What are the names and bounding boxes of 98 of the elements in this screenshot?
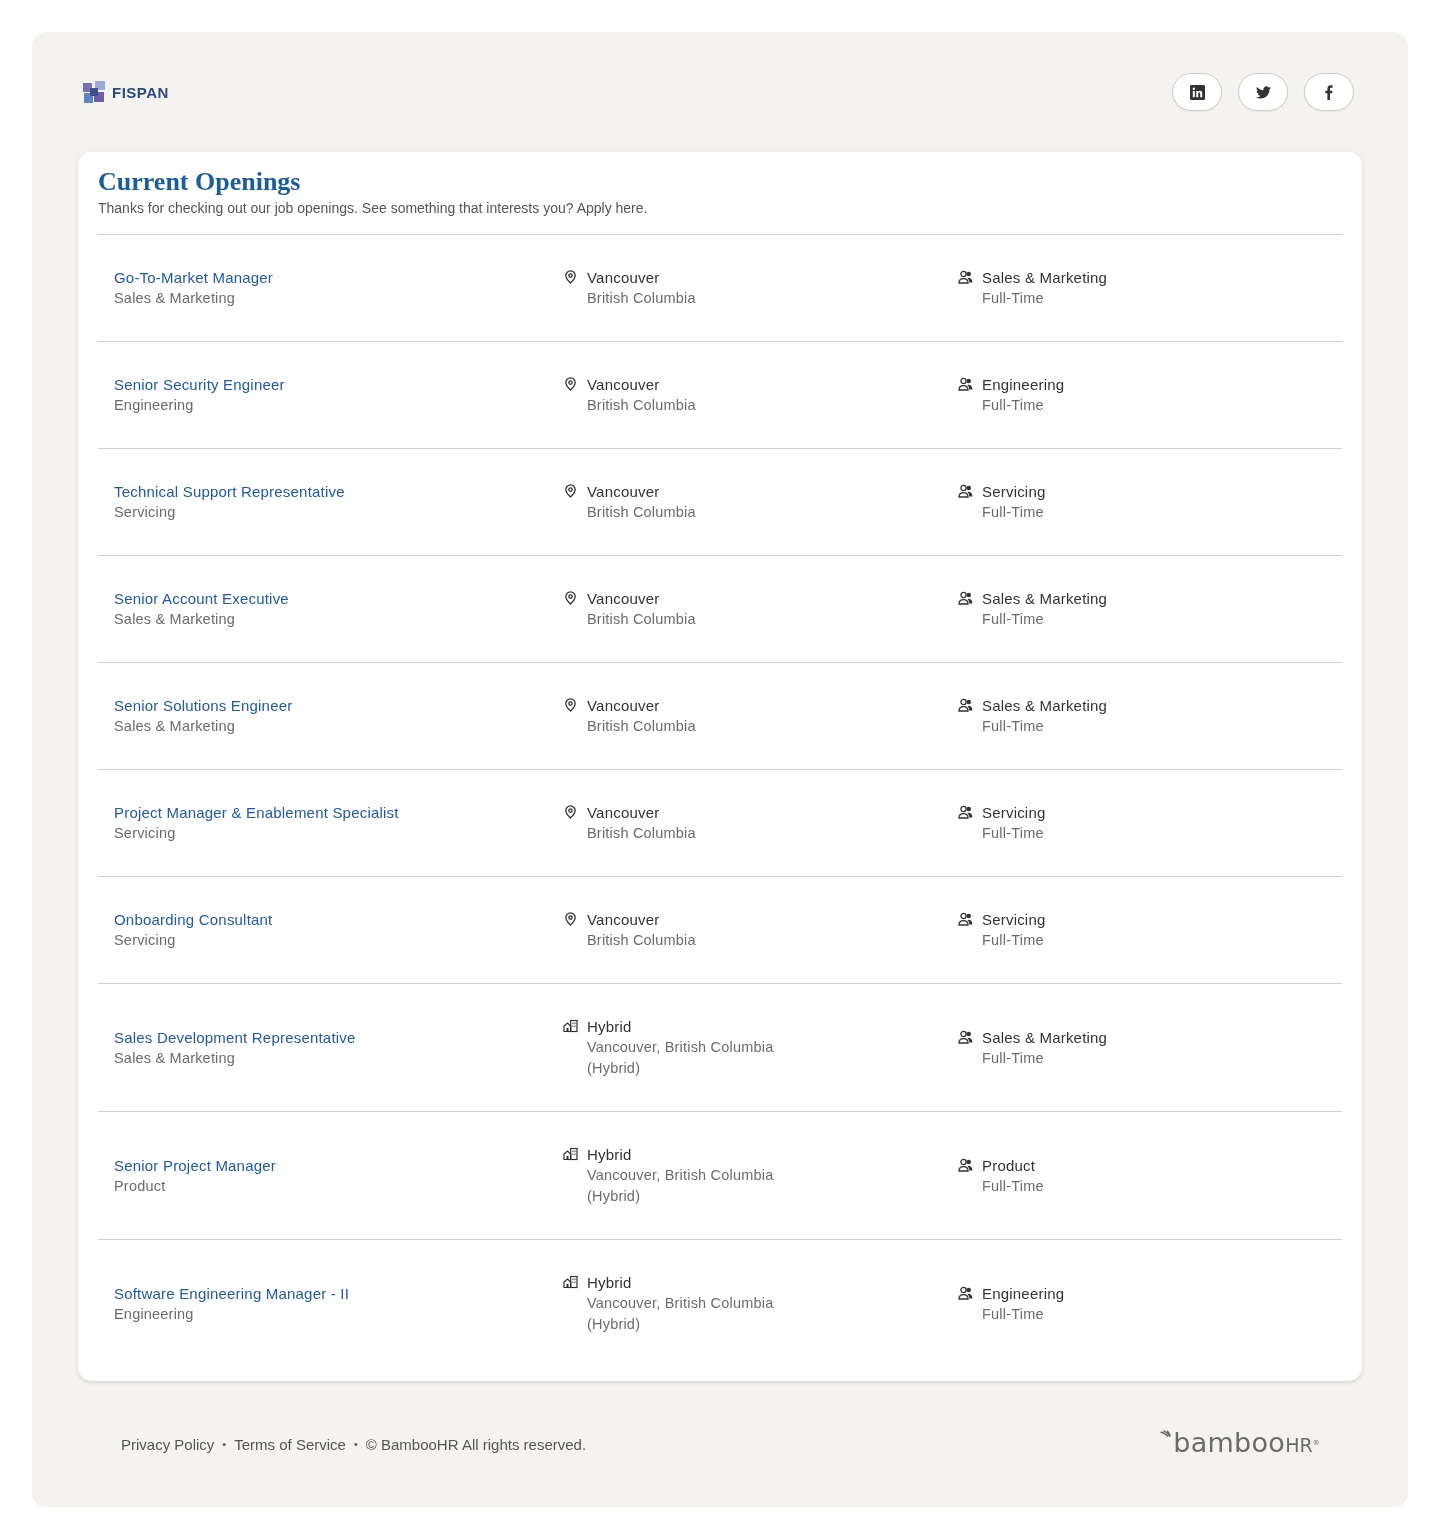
buildings-icon — [563, 1275, 578, 1289]
footer-link[interactable]: Terms of Service — [234, 1435, 346, 1453]
job-title-link[interactable]: Senior Solutions Engineer — [114, 695, 293, 716]
people-icon — [958, 270, 973, 284]
employment-type: Full-Time — [982, 717, 1044, 736]
location-detail: British Columbia — [587, 503, 696, 522]
employment-type: Full-Time — [982, 1304, 1044, 1324]
location-name: Hybrid — [587, 1273, 632, 1293]
location-detail: (Hybrid) — [587, 1187, 641, 1206]
job-department: Engineering — [114, 1304, 194, 1324]
location-name: Vancouver — [587, 589, 660, 609]
job-department: Sales & Marketing — [114, 610, 236, 629]
team-name: Sales & Marketing — [982, 268, 1108, 288]
facebook-icon — [1325, 84, 1333, 100]
team-name: Engineering — [982, 375, 1065, 395]
employment-type: Full-Time — [982, 1176, 1044, 1196]
linkedin-icon — [1189, 84, 1205, 100]
location-detail: Vancouver, British Columbia — [587, 1166, 774, 1185]
logo-text: FISPAN — [112, 83, 169, 101]
location-detail: British Columbia — [587, 610, 696, 629]
map-pin-icon — [563, 591, 578, 605]
employment-type: Full-Time — [982, 824, 1044, 843]
job-title-link[interactable]: Technical Support Representative — [114, 481, 345, 502]
team-name: Servicing — [982, 803, 1046, 823]
location-detail: Vancouver, British Columbia — [587, 1294, 774, 1313]
people-icon — [958, 484, 973, 498]
job-department: Sales & Marketing — [114, 717, 236, 736]
job-department: Servicing — [114, 503, 176, 522]
location-detail: British Columbia — [587, 396, 696, 415]
job-title-link[interactable]: Senior Account Executive — [114, 588, 289, 609]
job-title-link[interactable]: Go-To-Market Manager — [114, 267, 274, 288]
copyright-text: © BambooHR All rights reserved. — [365, 1435, 587, 1453]
map-pin-icon — [563, 912, 578, 926]
location-name: Vancouver — [587, 482, 660, 502]
employment-type: Full-Time — [982, 1048, 1044, 1068]
team-name: Servicing — [982, 482, 1046, 502]
job-title-link[interactable]: Senior Security Engineer — [114, 374, 285, 395]
separator-dot: • — [353, 1438, 358, 1450]
team-name: Engineering — [982, 1283, 1065, 1304]
people-icon — [958, 698, 973, 712]
job-title-link[interactable]: Software Engineering Manager - II — [114, 1282, 350, 1304]
twitter-button[interactable] — [1238, 73, 1288, 111]
people-icon — [958, 805, 973, 819]
buildings-icon — [563, 1147, 578, 1161]
location-detail: Vancouver, British Columbia — [587, 1038, 774, 1057]
location-detail: British Columbia — [587, 289, 696, 308]
openings-title: Current Openings — [98, 167, 301, 197]
job-department: Sales & Marketing — [114, 1048, 236, 1068]
twitter-icon — [1255, 84, 1271, 100]
team-name: Sales & Marketing — [982, 1027, 1108, 1048]
employment-type: Full-Time — [982, 396, 1044, 415]
location-name: Vancouver — [587, 268, 660, 288]
map-pin-icon — [563, 698, 578, 712]
people-icon — [958, 912, 973, 926]
location-detail: British Columbia — [587, 931, 696, 950]
job-title-link[interactable]: Onboarding Consultant — [114, 909, 273, 930]
job-department: Servicing — [114, 931, 176, 950]
location-name: Vancouver — [587, 375, 660, 395]
location-detail: British Columbia — [587, 824, 696, 843]
employment-type: Full-Time — [982, 610, 1044, 629]
location-name: Hybrid — [587, 1145, 632, 1165]
job-department: Servicing — [114, 824, 176, 843]
location-name: Vancouver — [587, 696, 660, 716]
linkedin-button[interactable] — [1172, 73, 1222, 111]
map-pin-icon — [563, 484, 578, 498]
buildings-icon — [563, 1019, 578, 1033]
people-icon — [958, 377, 973, 391]
location-name: Vancouver — [587, 803, 660, 823]
location-name: Hybrid — [587, 1017, 632, 1037]
map-pin-icon — [563, 270, 578, 284]
job-department: Product — [114, 1176, 166, 1196]
logo-icon — [81, 79, 107, 105]
people-icon — [958, 1029, 973, 1044]
employment-type: Full-Time — [982, 503, 1044, 522]
location-detail: (Hybrid) — [587, 1059, 641, 1078]
openings-subtitle: Thanks for checking out our job openings. See something that interests you? Apply here. — [98, 199, 648, 218]
team-name: Sales & Marketing — [982, 589, 1108, 609]
people-icon — [958, 591, 973, 605]
location-name: Vancouver — [587, 910, 660, 930]
people-icon — [958, 1157, 973, 1172]
team-name: Sales & Marketing — [982, 696, 1108, 716]
location-detail: (Hybrid) — [587, 1315, 641, 1334]
employment-type: Full-Time — [982, 931, 1044, 950]
team-name: Product — [982, 1155, 1036, 1176]
facebook-button[interactable] — [1304, 73, 1354, 111]
job-title-link[interactable]: Sales Development Representative — [114, 1026, 356, 1048]
employment-type: Full-Time — [982, 289, 1044, 308]
separator-dot: • — [222, 1438, 227, 1450]
people-icon — [958, 1285, 973, 1300]
map-pin-icon — [563, 377, 578, 391]
job-title-link[interactable]: Senior Project Manager — [114, 1154, 276, 1176]
map-pin-icon — [563, 805, 578, 819]
location-detail: British Columbia — [587, 717, 696, 736]
team-name: Servicing — [982, 910, 1046, 930]
job-title-link[interactable]: Project Manager & Enablement Specialist — [114, 802, 399, 823]
footer-link[interactable]: Privacy Policy — [121, 1435, 215, 1453]
job-department: Sales & Marketing — [114, 289, 236, 308]
job-department: Engineering — [114, 396, 194, 415]
